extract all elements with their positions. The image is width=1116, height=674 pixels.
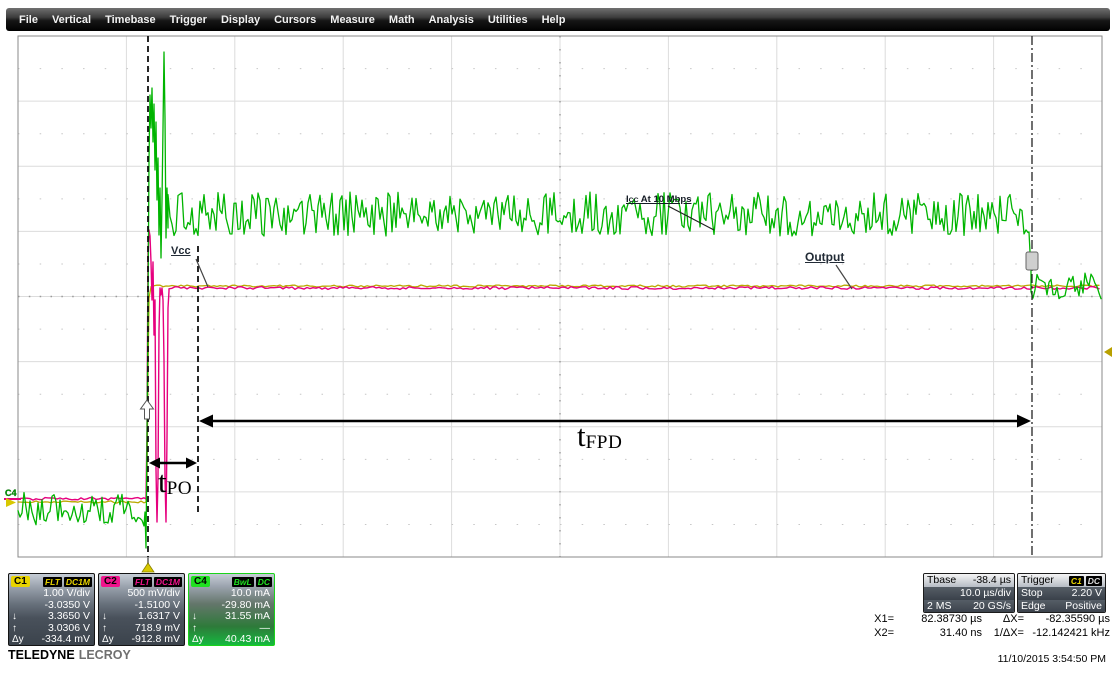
c2-badge: C2 (101, 576, 120, 587)
c4-delta-value: 40.43 mA (209, 634, 270, 646)
tfpd-label-sub: FPD (586, 432, 623, 453)
c4-zero-marker[interactable]: C4 (5, 488, 17, 498)
c1-scale-row: 1.00 V/div (9, 588, 94, 600)
trigger-time-marker[interactable] (142, 563, 154, 572)
invdx-value: -12.142421 kHz (1024, 626, 1110, 640)
x2-label: X2= (866, 626, 894, 640)
timebase-title: Tbase (927, 574, 956, 587)
c4-down-arrow-icon: ↓ (192, 611, 209, 623)
trigger-mode: Stop (1021, 587, 1043, 600)
c4-header: C4 BwL DC (189, 574, 274, 588)
dx-value: -82.35590 µs (1024, 612, 1110, 626)
c4-delta-row: Δy40.43 mA (189, 634, 274, 646)
tfpd-label-main: t (577, 418, 586, 453)
invdx-label: 1/ΔX= (982, 626, 1024, 640)
x1-cursor-handle[interactable] (1026, 252, 1038, 270)
c2-delta-row: Δy-912.8 mV (99, 634, 184, 646)
c1-glyph-1 (12, 600, 29, 612)
c2-delta-value: -912.8 mV (119, 634, 180, 646)
x1-value: 82.38730 µs (894, 612, 982, 626)
trigger-mode-row: Stop 2.20 V (1018, 587, 1105, 600)
dx-label: ΔX= (982, 612, 1024, 626)
timestamp: 11/10/2015 3:54:50 PM (998, 653, 1106, 665)
output-annotation-label: Output (805, 250, 844, 264)
timebase-descriptor[interactable]: Tbase -38.4 µs 10.0 µs/div 2 MS 20 GS/s (923, 573, 1015, 613)
channel-descriptor-c1[interactable]: C1 FLT DC1M 1.00 V/div -3.0350 V ↓3.3650… (8, 573, 95, 646)
c4-scale-row: 10.0 mA (189, 588, 274, 600)
c1-badge: C1 (11, 576, 30, 587)
c4-badge: C4 (191, 576, 210, 587)
trigger-descriptor[interactable]: Trigger C1 DC Stop 2.20 V Edge Positive (1017, 573, 1106, 613)
c4-glyph-1 (192, 600, 209, 612)
c1-delta-row: Δy-334.4 mV (9, 634, 94, 646)
channel-descriptor-c4[interactable]: C4 BwL DC 10.0 mA -29.80 mA ↓31.55 mA ↑—… (188, 573, 275, 646)
timebase-header: Tbase -38.4 µs (924, 574, 1014, 587)
c2-level-marker-arrow (141, 400, 154, 419)
icc-label-rest: At 10 Mbps (639, 194, 692, 205)
icc-label-sub: CC (629, 197, 639, 204)
vcc-leader-line (196, 259, 208, 287)
c2-scale-value: 500 mV/div (119, 588, 180, 600)
c2-glyph-0 (102, 588, 119, 600)
channel-descriptor-c2[interactable]: C2 FLT DC1M 500 mV/div -1.5100 V ↓1.6317… (98, 573, 185, 646)
tfpd-arrowhead-right (1017, 415, 1031, 428)
tfpd-measurement-label: tFPD (577, 420, 622, 451)
c4-coupling-badge-dc: DC (256, 577, 272, 587)
trigger-header: Trigger C1 DC (1018, 574, 1105, 587)
c1-glyph-0 (12, 588, 29, 600)
c4-scale-value: 10.0 mA (209, 588, 270, 600)
brand-lecroy: LECROY (79, 648, 131, 662)
c1-header: C1 FLT DC1M (9, 574, 94, 588)
c4-delta-icon: Δy (192, 634, 209, 646)
tfpd-arrowhead-left (199, 415, 213, 428)
tpo-label-main: t (158, 464, 167, 499)
c1-delta-icon: Δy (12, 634, 29, 646)
c1-down-arrow-icon: ↓ (12, 611, 29, 623)
c2-delta-icon: Δy (102, 634, 119, 646)
c2-down-arrow-icon: ↓ (102, 611, 119, 623)
x2-value: 31.40 ns (894, 626, 982, 640)
oscilloscope-screen: File Vertical Timebase Trigger Display C… (0, 0, 1116, 674)
c4-glyph-0 (192, 588, 209, 600)
icc-annotation-label: ICC At 10 Mbps (626, 194, 691, 205)
c1-delta-value: -334.4 mV (29, 634, 90, 646)
vcc-annotation-label: Vcc (171, 245, 191, 257)
x1-label: X1= (866, 612, 894, 626)
brand-teledyne: TELEDYNE (8, 648, 75, 662)
cursor-row-x2: X2= 31.40 ns 1/ΔX= -12.142421 kHz (866, 626, 1110, 640)
trigger-level-marker[interactable] (1104, 347, 1112, 357)
c2-glyph-1 (102, 600, 119, 612)
c1-scale-value: 1.00 V/div (29, 588, 90, 600)
c2-coupling-badge-dc1m: DC1M (154, 577, 182, 587)
teledyne-lecroy-logo: TELEDYNE LECROY (8, 648, 131, 662)
c4-up-arrow-icon: ↑ (192, 623, 209, 635)
c2-coupling-badge-flt: FLT (133, 577, 152, 587)
trigger-level: 2.20 V (1072, 587, 1102, 600)
c1-up-arrow-icon: ↑ (12, 623, 29, 635)
cursor-row-x1: X1= 82.38730 µs ΔX= -82.35590 µs (866, 612, 1110, 626)
timebase-scale: 10.0 µs/div (960, 587, 1011, 600)
c2-up-arrow-icon: ↑ (102, 623, 119, 635)
timebase-scale-row: 10.0 µs/div (924, 587, 1014, 600)
trigger-title: Trigger (1021, 574, 1054, 587)
trigger-source-badge: C1 (1069, 576, 1084, 586)
c2-scale-row: 500 mV/div (99, 588, 184, 600)
tpo-label-sub: PO (167, 478, 193, 499)
trigger-coupling-badge: DC (1086, 576, 1102, 586)
c2-header: C2 FLT DC1M (99, 574, 184, 588)
cursor-readout: X1= 82.38730 µs ΔX= -82.35590 µs X2= 31.… (866, 612, 1110, 640)
c4-bandwidth-badge-bwl: BwL (232, 577, 254, 587)
timebase-offset: -38.4 µs (973, 574, 1011, 587)
c1-coupling-badge-flt: FLT (43, 577, 62, 587)
c1-coupling-badge-dc1m: DC1M (64, 577, 92, 587)
tpo-measurement-label: tPO (158, 466, 192, 497)
